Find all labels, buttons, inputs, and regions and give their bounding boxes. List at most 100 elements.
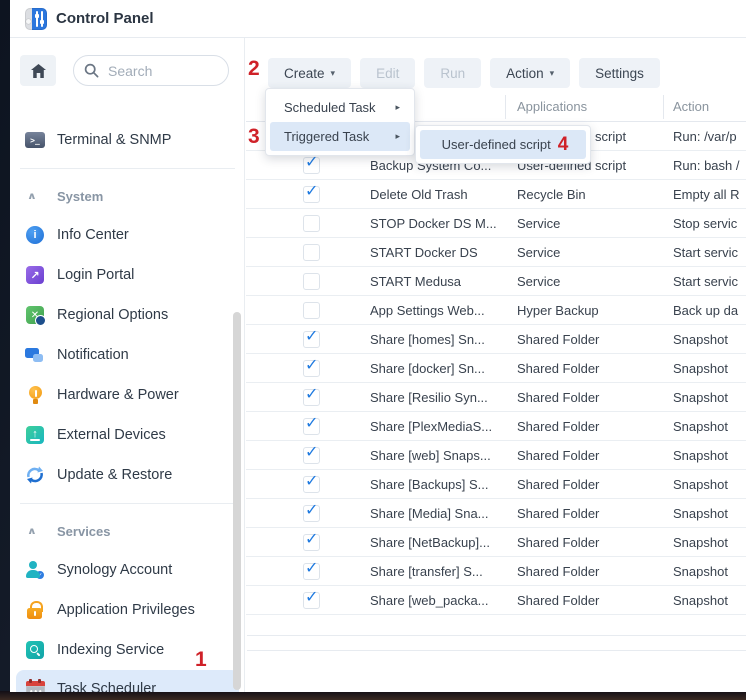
application-cell: Shared Folder — [517, 412, 659, 441]
row-checkbox[interactable]: ✓ — [303, 360, 320, 377]
checkmark-icon: ✓ — [305, 558, 318, 578]
task-name-cell: Share [web_packa... — [370, 586, 508, 615]
sidebar-item-label: Regional Options — [57, 307, 168, 323]
sidebar-section-system[interactable]: ∧System — [10, 177, 245, 215]
row-checkbox[interactable]: ✓ — [303, 505, 320, 522]
task-scheduler-icon — [26, 681, 45, 693]
table-row[interactable]: App Settings Web...Hyper BackupBack up d… — [246, 296, 746, 325]
chevron-up-icon: ∧ — [27, 525, 37, 536]
create-button[interactable]: Create▾ — [268, 58, 351, 88]
action-cell: Snapshot — [673, 470, 746, 499]
task-name-cell: Share [homes] Sn... — [370, 325, 508, 354]
action-button[interactable]: Action▾ — [490, 58, 570, 88]
sidebar-item-hardware-power[interactable]: Hardware & Power — [10, 375, 245, 415]
sidebar-divider — [10, 160, 245, 177]
login-portal-icon: ↗ — [26, 266, 44, 284]
row-checkbox[interactable]: ✓ — [303, 331, 320, 348]
search-input[interactable] — [106, 62, 206, 80]
row-checkbox[interactable]: ✓ — [303, 418, 320, 435]
table-row[interactable]: ✓Share [web] Snaps...Shared FolderSnapsh… — [246, 441, 746, 470]
sidebar-item-terminal-snmp[interactable]: >_Terminal & SNMP — [10, 120, 245, 160]
task-name-cell: START Medusa — [370, 267, 508, 296]
desktop-wallpaper-strip — [0, 691, 746, 700]
task-name-cell: Share [Backups] S... — [370, 470, 508, 499]
task-name-cell: Share [web] Snaps... — [370, 441, 508, 470]
row-checkbox[interactable]: ✓ — [303, 157, 320, 174]
search-box[interactable] — [73, 55, 229, 86]
row-checkbox[interactable] — [303, 273, 320, 290]
row-checkbox[interactable]: ✓ — [303, 389, 320, 406]
table-row[interactable]: ✓Share [Backups] S...Shared FolderSnapsh… — [246, 470, 746, 499]
sidebar-item-label: Update & Restore — [57, 467, 172, 483]
sidebar-scrollbar[interactable] — [233, 312, 241, 690]
menu-item-scheduled-task[interactable]: Scheduled Task▸ — [270, 93, 410, 122]
chevron-up-icon: ∧ — [27, 190, 37, 201]
action-cell: Run: bash / — [673, 151, 746, 180]
task-name-cell: Share [transfer] S... — [370, 557, 508, 586]
table-row[interactable]: ✓Share [homes] Sn...Shared FolderSnapsho… — [246, 325, 746, 354]
action-cell: Snapshot — [673, 325, 746, 354]
sidebar-item-application-privileges[interactable]: Application Privileges — [10, 590, 245, 630]
action-cell: Start servic — [673, 238, 746, 267]
task-name-cell: App Settings Web... — [370, 296, 508, 325]
table-row[interactable]: ✓Share [Resilio Syn...Shared FolderSnaps… — [246, 383, 746, 412]
sidebar-item-task-scheduler[interactable]: Task Scheduler — [16, 670, 239, 692]
menu-item-user-defined-script[interactable]: User-defined script4 — [420, 130, 586, 159]
button-label: Create — [284, 66, 325, 81]
row-checkbox[interactable] — [303, 215, 320, 232]
settings-button[interactable]: Settings — [579, 58, 660, 88]
sidebar-item-notification[interactable]: Notification — [10, 335, 245, 375]
row-checkbox[interactable]: ✓ — [303, 447, 320, 464]
column-header-action[interactable]: Action — [673, 92, 709, 122]
table-row[interactable]: ✓Share [PlexMediaS...Shared FolderSnapsh… — [246, 412, 746, 441]
sidebar-item-synology-account[interactable]: ✓Synology Account — [10, 550, 245, 590]
sidebar-item-info-center[interactable]: iInfo Center — [10, 215, 245, 255]
action-cell: Empty all R — [673, 180, 746, 209]
application-privileges-icon — [26, 601, 44, 620]
application-cell: Shared Folder — [517, 557, 659, 586]
application-cell: Shared Folder — [517, 499, 659, 528]
table-row[interactable]: ✓Share [NetBackup]...Shared FolderSnapsh… — [246, 528, 746, 557]
sidebar-section-label: Services — [57, 524, 111, 539]
sidebar-item-login-portal[interactable]: ↗Login Portal — [10, 255, 245, 295]
table-row[interactable]: START MedusaServiceStart servic — [246, 267, 746, 296]
application-cell: Hyper Backup — [517, 296, 659, 325]
task-name-cell: Share [PlexMediaS... — [370, 412, 508, 441]
sidebar-item-regional-options[interactable]: ✕Regional Options — [10, 295, 245, 335]
menu-item-triggered-task[interactable]: Triggered Task▸ — [270, 122, 410, 151]
table-row[interactable]: STOP Docker DS M...ServiceStop servic — [246, 209, 746, 238]
checkmark-icon: ✓ — [305, 181, 318, 201]
annotation-step-4: 4 — [558, 134, 569, 156]
update-restore-icon — [25, 465, 45, 485]
sidebar-item-label: Info Center — [57, 227, 129, 243]
search-icon — [84, 63, 99, 78]
row-checkbox[interactable] — [303, 302, 320, 319]
sidebar-item-update-restore[interactable]: Update & Restore — [10, 455, 245, 495]
home-button[interactable] — [20, 55, 56, 86]
sidebar-item-external-devices[interactable]: ↑ External Devices — [10, 415, 245, 455]
table-row[interactable]: ✓ Share [transfer] S... Shared Folder Snaps… — [246, 557, 746, 586]
table-row[interactable]: START Docker DSServiceStart servic — [246, 238, 746, 267]
row-checkbox[interactable]: ✓ — [303, 186, 320, 203]
row-checkbox[interactable]: ✓ — [303, 592, 320, 609]
sidebar-item-indexing-service[interactable]: Indexing Service — [10, 630, 245, 670]
table-row[interactable]: ✓Delete Old TrashRecycle BinEmpty all R — [246, 180, 746, 209]
table-row[interactable]: ✓Share [Media] Sna...Shared FolderSnapsh… — [246, 499, 746, 528]
control-panel-icon — [25, 8, 47, 30]
row-checkbox[interactable] — [303, 244, 320, 261]
table-row[interactable]: ✓Share [docker] Sn...Shared FolderSnapsh… — [246, 354, 746, 383]
application-cell: Shared Folder — [517, 383, 659, 412]
table-row[interactable]: ✓Share [web_packa...Shared FolderSnapsho… — [246, 586, 746, 615]
sidebar-section-services[interactable]: ∧ Services — [10, 512, 245, 550]
sidebar-item-label: Hardware & Power — [57, 387, 179, 403]
action-cell: Snapshot — [673, 354, 746, 383]
column-header-applications[interactable]: Applications — [517, 92, 587, 122]
external-devices-icon: ↑ — [26, 426, 44, 444]
action-cell: Snapshot — [673, 557, 746, 586]
row-checkbox[interactable]: ✓ — [303, 563, 320, 580]
notification-icon — [25, 346, 45, 364]
sidebar-item-label: External Devices — [57, 427, 166, 443]
row-checkbox[interactable]: ✓ — [303, 476, 320, 493]
action-cell: Run: /var/p — [673, 122, 746, 151]
row-checkbox[interactable]: ✓ — [303, 534, 320, 551]
